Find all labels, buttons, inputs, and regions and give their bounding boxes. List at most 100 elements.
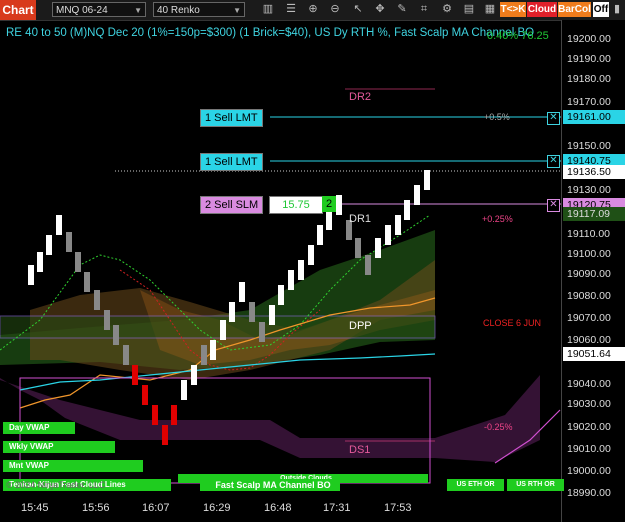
renko-brick [414,185,420,205]
renko-brick [385,225,391,245]
renko-brick [288,270,294,290]
bar-type-selector[interactable]: 40 Renko ▼ [153,2,245,17]
renko-brick [113,325,119,345]
price-tick-label: 19190.00 [567,53,611,65]
close-note-label: CLOSE 6 JUN [483,318,542,328]
cloud-toggle-button[interactable]: Cloud [527,2,557,17]
mnt-vwap-button[interactable]: Mnt VWAP [3,460,143,472]
dpp-label: DPP [349,320,372,332]
dr1-price-label: 19117.09 [563,207,625,221]
price-tick-label: 19030.00 [567,398,611,410]
chart-menu-button[interactable]: Chart [0,0,36,20]
renko-brick [326,210,332,230]
renko-brick [259,322,265,342]
renko-brick [132,365,138,385]
renko-brick [201,345,207,365]
renko-brick [336,195,342,215]
indicators-icon[interactable]: ☰ [284,2,298,17]
sell-limit-order-2[interactable]: 1 Sell LMT [200,153,263,171]
renko-brick [375,238,381,258]
day-vwap-button[interactable]: Day VWAP [3,422,75,434]
chart-toolbar: Chart MNQ 06-24 ▼ 40 Renko ▼ ▥ ☰ ⊕ ⊖ ↖ ✥… [0,0,625,21]
renko-brick [210,340,216,360]
template-icon[interactable]: ▤ [462,2,476,17]
renko-brick [171,405,177,425]
renko-brick [142,385,148,405]
vwap-price-label: 19051.64 [563,347,625,361]
close-icon[interactable]: ✕ [547,155,560,168]
minus-quarter-pct-label: -0.25% [484,422,513,432]
time-label: 16:48 [264,502,292,514]
barcolor-toggle-button[interactable]: BarCol [558,2,591,17]
chevron-down-icon: ▼ [233,6,241,15]
renko-brick [239,282,245,302]
chart-title: RE 40 to 50 (M)NQ Dec 20 (1%=150p=$300) … [6,27,535,39]
tk-toggle-button[interactable]: T<>K [500,2,526,17]
renko-brick [94,290,100,310]
renko-brick [308,245,314,265]
price-change-label: 0.40% 76.25 [487,30,549,42]
renko-brick [278,285,284,305]
us-rth-or-button[interactable]: US RTH OR [507,479,564,491]
ds1-label: DS1 [349,444,371,456]
time-label: 15:45 [21,502,49,514]
properties-icon[interactable]: ▦ [483,2,497,17]
sell-limit-order-1[interactable]: 1 Sell LMT [200,109,263,127]
zoom-out-icon[interactable]: ⊖ [328,2,342,17]
price-tick-label: 19080.00 [567,290,611,302]
renko-brick [66,232,72,252]
renko-brick [46,235,52,255]
renko-brick [191,365,197,385]
price-tick-label: 19150.00 [567,140,611,152]
sell-stop-qty-field[interactable]: 15.75 [269,196,323,214]
dr2-label: DR2 [349,91,372,103]
price-tick-label: 19180.00 [567,73,611,85]
price-tick-label: 19040.00 [567,378,611,390]
price-tick-label: 19170.00 [567,96,611,108]
plus-quarter-pct-label: +0.25% [482,214,513,224]
renko-brick [56,215,62,235]
renko-brick [229,302,235,322]
us-eth-or-button[interactable]: US ETH OR [447,479,504,491]
time-label: 15:56 [82,502,110,514]
plus-half-pct-label: +0.5% [484,112,510,122]
text-icon[interactable]: ⌗ [417,2,431,17]
price-tick-label: 19000.00 [567,465,611,477]
chart-canvas[interactable] [0,20,561,502]
renko-brick [220,320,226,340]
last-price-label: 19136.50 [563,165,625,179]
instrument-selector[interactable]: MNQ 06-24 ▼ [52,2,146,17]
sell-stop-count[interactable]: 2 [322,196,336,212]
off-toggle-button[interactable]: Off [593,2,609,17]
sell-stop-order[interactable]: 2 Sell SLM [200,196,264,214]
zoom-in-icon[interactable]: ⊕ [306,2,320,17]
renko-brick [162,425,168,445]
price-tick-label: 19200.00 [567,33,611,45]
strategy-icon[interactable]: ⚙ [440,2,454,17]
instrument-value: MNQ 06-24 [56,5,108,16]
close-icon[interactable]: ✕ [547,112,560,125]
bar-chart-icon[interactable]: ▥ [261,2,275,17]
time-label: 17:53 [384,502,412,514]
price-tick-label: 19090.00 [567,268,611,280]
renko-brick [28,265,34,285]
renko-brick [355,238,361,258]
renko-brick [317,225,323,245]
pan-icon[interactable]: ✥ [373,2,387,17]
fast-scalp-button[interactable]: Fast Scalp MA Channel BO [200,479,340,491]
renko-brick [84,272,90,292]
wkly-vwap-button[interactable]: Wkly VWAP [3,441,115,453]
renko-brick [404,200,410,220]
close-icon[interactable]: ✕ [547,199,560,212]
pointer-icon[interactable]: ↖ [351,2,365,17]
price-tick-label: 19130.00 [567,184,611,196]
time-label: 16:07 [142,502,170,514]
draw-icon[interactable]: ✎ [395,2,409,17]
chart-style-icon[interactable]: ▮ [610,2,624,17]
price-tick-label: 18990.00 [567,487,611,499]
renko-brick [269,305,275,325]
price-tick-label: 19020.00 [567,421,611,433]
renko-brick [424,170,430,190]
price-tick-label: 19010.00 [567,443,611,455]
time-label: 16:29 [203,502,231,514]
